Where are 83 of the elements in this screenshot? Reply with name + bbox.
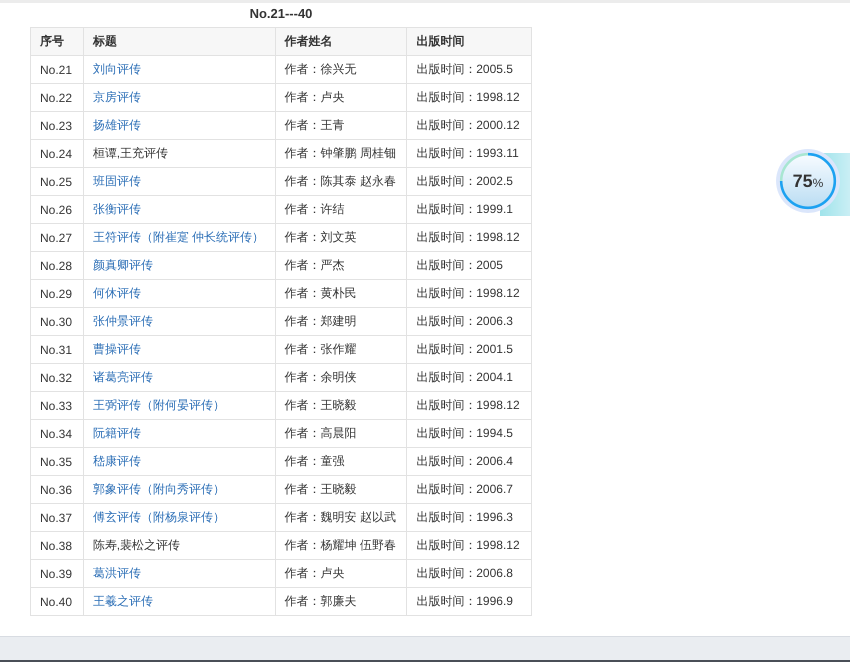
table-cell: 出版时间：2006.8 <box>406 560 532 588</box>
book-title-link[interactable]: 刘向评传 <box>92 62 141 76</box>
table-cell: No.23 <box>30 112 84 140</box>
table-cell: 出版时间：2006.3 <box>406 308 532 336</box>
table-cell: 出版时间：1994.5 <box>406 420 532 448</box>
column-header: 标题 <box>83 28 275 56</box>
table-cell: 出版时间：2000.12 <box>406 112 532 140</box>
table-cell: 出版时间：2006.4 <box>406 448 532 476</box>
book-title-link[interactable]: 张仲景评传 <box>92 314 153 328</box>
table-cell: No.22 <box>30 84 84 112</box>
book-title: 桓谭,王充评传 <box>92 146 168 160</box>
table-cell: No.40 <box>30 588 84 616</box>
table-cell: 出版时间：1998.12 <box>406 280 532 308</box>
table-cell: No.30 <box>30 308 84 336</box>
page-heading: No.21---40 <box>248 5 314 23</box>
table-cell: 出版时间：2004.1 <box>406 364 532 392</box>
book-title-link[interactable]: 诸葛亮评传 <box>92 370 153 384</box>
table-cell: No.29 <box>30 280 84 308</box>
table-cell: 作者：刘文英 <box>275 224 407 252</box>
table-cell: No.24 <box>30 140 84 168</box>
book-title-link[interactable]: 阮籍评传 <box>92 426 141 440</box>
table-cell: No.31 <box>30 336 84 364</box>
table-cell: 出版时间：1999.1 <box>406 196 532 224</box>
book-title: 陈寿,裴松之评传 <box>92 538 180 552</box>
table-cell: 作者：郭廉夫 <box>275 588 407 616</box>
table-cell: 出版时间：1996.9 <box>406 588 532 616</box>
column-header: 出版时间 <box>406 28 532 56</box>
table-cell: 作者：徐兴无 <box>275 56 407 84</box>
book-title-link[interactable]: 葛洪评传 <box>92 566 141 580</box>
table-cell: 出版时间：1996.3 <box>406 504 532 532</box>
table-cell: 出版时间：2006.7 <box>406 476 532 504</box>
table-cell: No.32 <box>30 364 84 392</box>
table-cell: No.26 <box>30 196 84 224</box>
table-cell: No.21 <box>30 56 84 84</box>
table-cell: 作者：高晨阳 <box>275 420 407 448</box>
table-cell: 出版时间：1998.12 <box>406 224 532 252</box>
gauge-value: 75 <box>792 170 813 192</box>
table-cell: 作者：张作耀 <box>275 336 407 364</box>
table-cell: 作者：郑建明 <box>275 308 407 336</box>
table-cell: 出版时间：2005 <box>406 252 532 280</box>
book-title-link[interactable]: 王羲之评传 <box>92 594 153 608</box>
table-cell: 作者：黄朴民 <box>275 280 407 308</box>
book-title-link[interactable]: 颜真卿评传 <box>92 258 153 272</box>
table-cell: No.38 <box>30 532 84 560</box>
table-cell: 作者：钟肇鹏 周桂钿 <box>275 140 407 168</box>
table-cell: 出版时间：1993.11 <box>406 140 532 168</box>
table-cell: 出版时间：1998.12 <box>406 392 532 420</box>
table-cell: 作者：陈其泰 赵永春 <box>275 168 407 196</box>
table-cell: 作者：余明侠 <box>275 364 407 392</box>
table-cell: No.36 <box>30 476 84 504</box>
table-cell: 出版时间：2002.5 <box>406 168 532 196</box>
table-cell: 作者：严杰 <box>275 252 407 280</box>
table-cell: 作者：卢央 <box>275 84 407 112</box>
book-title-link[interactable]: 班固评传 <box>92 174 141 188</box>
book-title-link[interactable]: 扬雄评传 <box>92 118 141 132</box>
book-title-link[interactable]: 何休评传 <box>92 286 141 300</box>
table-cell: No.34 <box>30 420 84 448</box>
table-cell: No.28 <box>30 252 84 280</box>
column-header: 作者姓名 <box>275 28 407 56</box>
table-cell: No.37 <box>30 504 84 532</box>
table-cell: 作者：杨耀坤 伍野春 <box>275 532 407 560</box>
table-cell: 出版时间：1998.12 <box>406 532 532 560</box>
table-cell: 作者：王晓毅 <box>275 392 407 420</box>
table-cell: 作者：魏明安 赵以武 <box>275 504 407 532</box>
table-cell: 出版时间：2005.5 <box>406 56 532 84</box>
table-cell: No.33 <box>30 392 84 420</box>
table-cell: 出版时间：1998.12 <box>406 84 532 112</box>
table-cell: No.25 <box>30 168 84 196</box>
book-title-link[interactable]: 嵇康评传 <box>92 454 141 468</box>
book-title-link[interactable]: 曹操评传 <box>92 342 141 356</box>
table-cell: 作者：王青 <box>275 112 407 140</box>
table-cell: No.35 <box>30 448 84 476</box>
table-cell: No.27 <box>30 224 84 252</box>
book-title-link[interactable]: 京房评传 <box>92 90 141 104</box>
table-cell: 作者：卢央 <box>275 560 407 588</box>
column-header: 序号 <box>30 28 84 56</box>
table-cell: 作者：许结 <box>275 196 407 224</box>
gauge-unit: % <box>812 176 824 190</box>
table-cell: No.39 <box>30 560 84 588</box>
table-cell: 作者：童强 <box>275 448 407 476</box>
book-title-link[interactable]: 张衡评传 <box>92 202 141 216</box>
table-cell: 出版时间：2001.5 <box>406 336 532 364</box>
table-cell: 作者：王晓毅 <box>275 476 407 504</box>
